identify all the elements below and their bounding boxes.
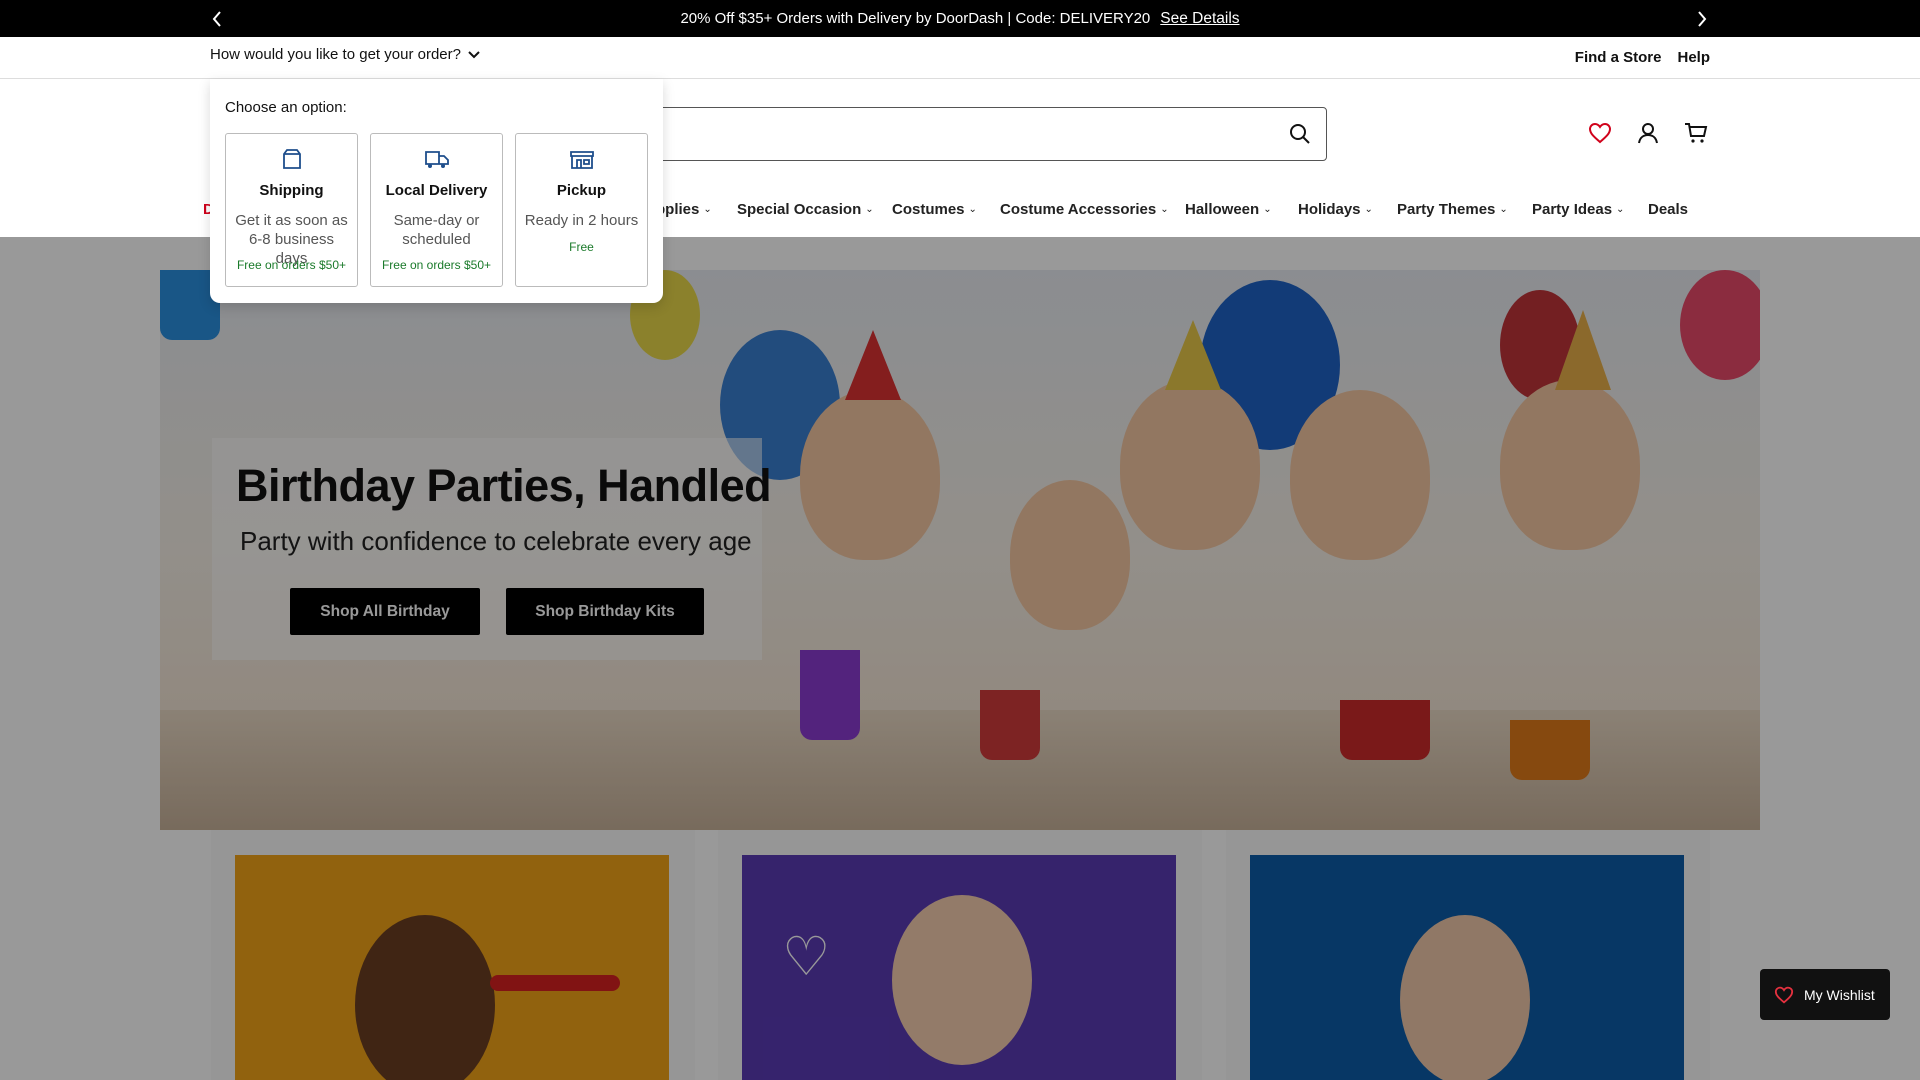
chevron-down-icon: ⌄: [1616, 204, 1625, 215]
option-title: Local Delivery: [385, 182, 488, 199]
my-wishlist-button[interactable]: My Wishlist: [1760, 969, 1890, 1020]
chevron-down-icon: ⌄: [968, 204, 977, 215]
chevron-down-icon: ⌄: [1263, 204, 1272, 215]
nav-item-party-themes[interactable]: Party Themes ⌄: [1397, 201, 1508, 218]
nav-item-costumes[interactable]: Costumes ⌄: [892, 201, 977, 218]
cart-button[interactable]: [1684, 121, 1708, 145]
pickup-option[interactable]: Pickup Ready in 2 hours Free: [515, 133, 648, 287]
chevron-down-icon: ⌄: [1364, 204, 1373, 215]
chevron-down-icon: [468, 50, 480, 58]
option-footnote: Free: [569, 240, 594, 254]
nav-item-label: Special Occasion: [737, 201, 862, 218]
heart-icon: [1774, 986, 1794, 1004]
option-footnote: Free on orders $50+: [236, 258, 347, 272]
truck-icon: [424, 151, 449, 168]
popup-title: Choose an option:: [225, 99, 347, 116]
option-description: Ready in 2 hours: [524, 212, 639, 229]
nav-item-halloween[interactable]: Halloween ⌄: [1185, 201, 1272, 218]
search-bar: [580, 107, 1327, 161]
nav-item-label: Halloween: [1185, 201, 1260, 218]
nav-item-label: Costume Accessories: [1000, 201, 1157, 218]
option-title: Shipping: [259, 182, 324, 199]
chevron-down-icon: ⌄: [1160, 204, 1169, 215]
chevron-down-icon: ⌄: [703, 204, 712, 215]
wishlist-label: My Wishlist: [1804, 986, 1875, 1003]
nav-item-party-ideas[interactable]: Party Ideas ⌄: [1532, 201, 1624, 218]
nav-item-label: Deals: [1648, 201, 1689, 218]
utility-bar: How would you like to get your order? Fi…: [0, 37, 1920, 79]
order-method-label: How would you like to get your order?: [210, 46, 461, 63]
option-footnote: Free on orders $50+: [381, 258, 492, 272]
promo-bar: 20% Off $35+ Orders with Delivery by Doo…: [0, 0, 1920, 37]
option-description: Same-day or scheduled: [393, 212, 480, 248]
search-input[interactable]: [601, 120, 1241, 148]
nav-item-label: Party Ideas: [1532, 201, 1613, 218]
promo-message: 20% Off $35+ Orders with Delivery by Doo…: [680, 10, 1151, 27]
chevron-down-icon: ⌄: [865, 204, 874, 215]
heart-icon: [1588, 122, 1612, 144]
store-icon: [569, 151, 594, 169]
nav-item-costume-accessories[interactable]: Costume Accessories ⌄: [1000, 201, 1169, 218]
nav-item-holidays[interactable]: Holidays ⌄: [1298, 201, 1373, 218]
search-button[interactable]: [1286, 120, 1314, 148]
order-method-popup: Choose an option: Shipping Get it as soo…: [210, 79, 663, 303]
account-button[interactable]: [1636, 121, 1660, 145]
promo-message-row: 20% Off $35+ Orders with Delivery by Doo…: [0, 0, 1920, 37]
local-delivery-option[interactable]: Local Delivery Same-day or scheduled Fre…: [370, 133, 503, 287]
option-title: Pickup: [556, 182, 607, 199]
chevron-right-icon: [1698, 10, 1707, 27]
promo-details-link[interactable]: See Details: [1160, 10, 1239, 28]
nav-item-supplies[interactable]: pplies ⌄: [656, 201, 712, 218]
find-store-link[interactable]: Find a Store: [1575, 49, 1662, 66]
nav-item-label: Party Themes: [1397, 201, 1496, 218]
shipping-option[interactable]: Shipping Get it as soon as 6-8 business …: [225, 133, 358, 287]
chevron-down-icon: ⌄: [1499, 204, 1508, 215]
box-icon: [282, 149, 301, 169]
nav-item-label: Holidays: [1298, 201, 1361, 218]
user-icon: [1638, 123, 1658, 144]
modal-backdrop[interactable]: [0, 237, 1920, 1080]
promo-next-button[interactable]: [1682, 0, 1722, 37]
help-link[interactable]: Help: [1677, 49, 1710, 66]
wishlist-header-button[interactable]: [1588, 121, 1612, 145]
cart-icon: [1685, 123, 1708, 143]
search-icon: [1290, 124, 1310, 144]
order-method-toggle[interactable]: How would you like to get your order?: [210, 46, 481, 63]
nav-item-special-occasion[interactable]: Special Occasion ⌄: [737, 201, 874, 218]
nav-item-deals[interactable]: Deals: [1648, 201, 1688, 218]
nav-item-label: Costumes: [892, 201, 965, 218]
